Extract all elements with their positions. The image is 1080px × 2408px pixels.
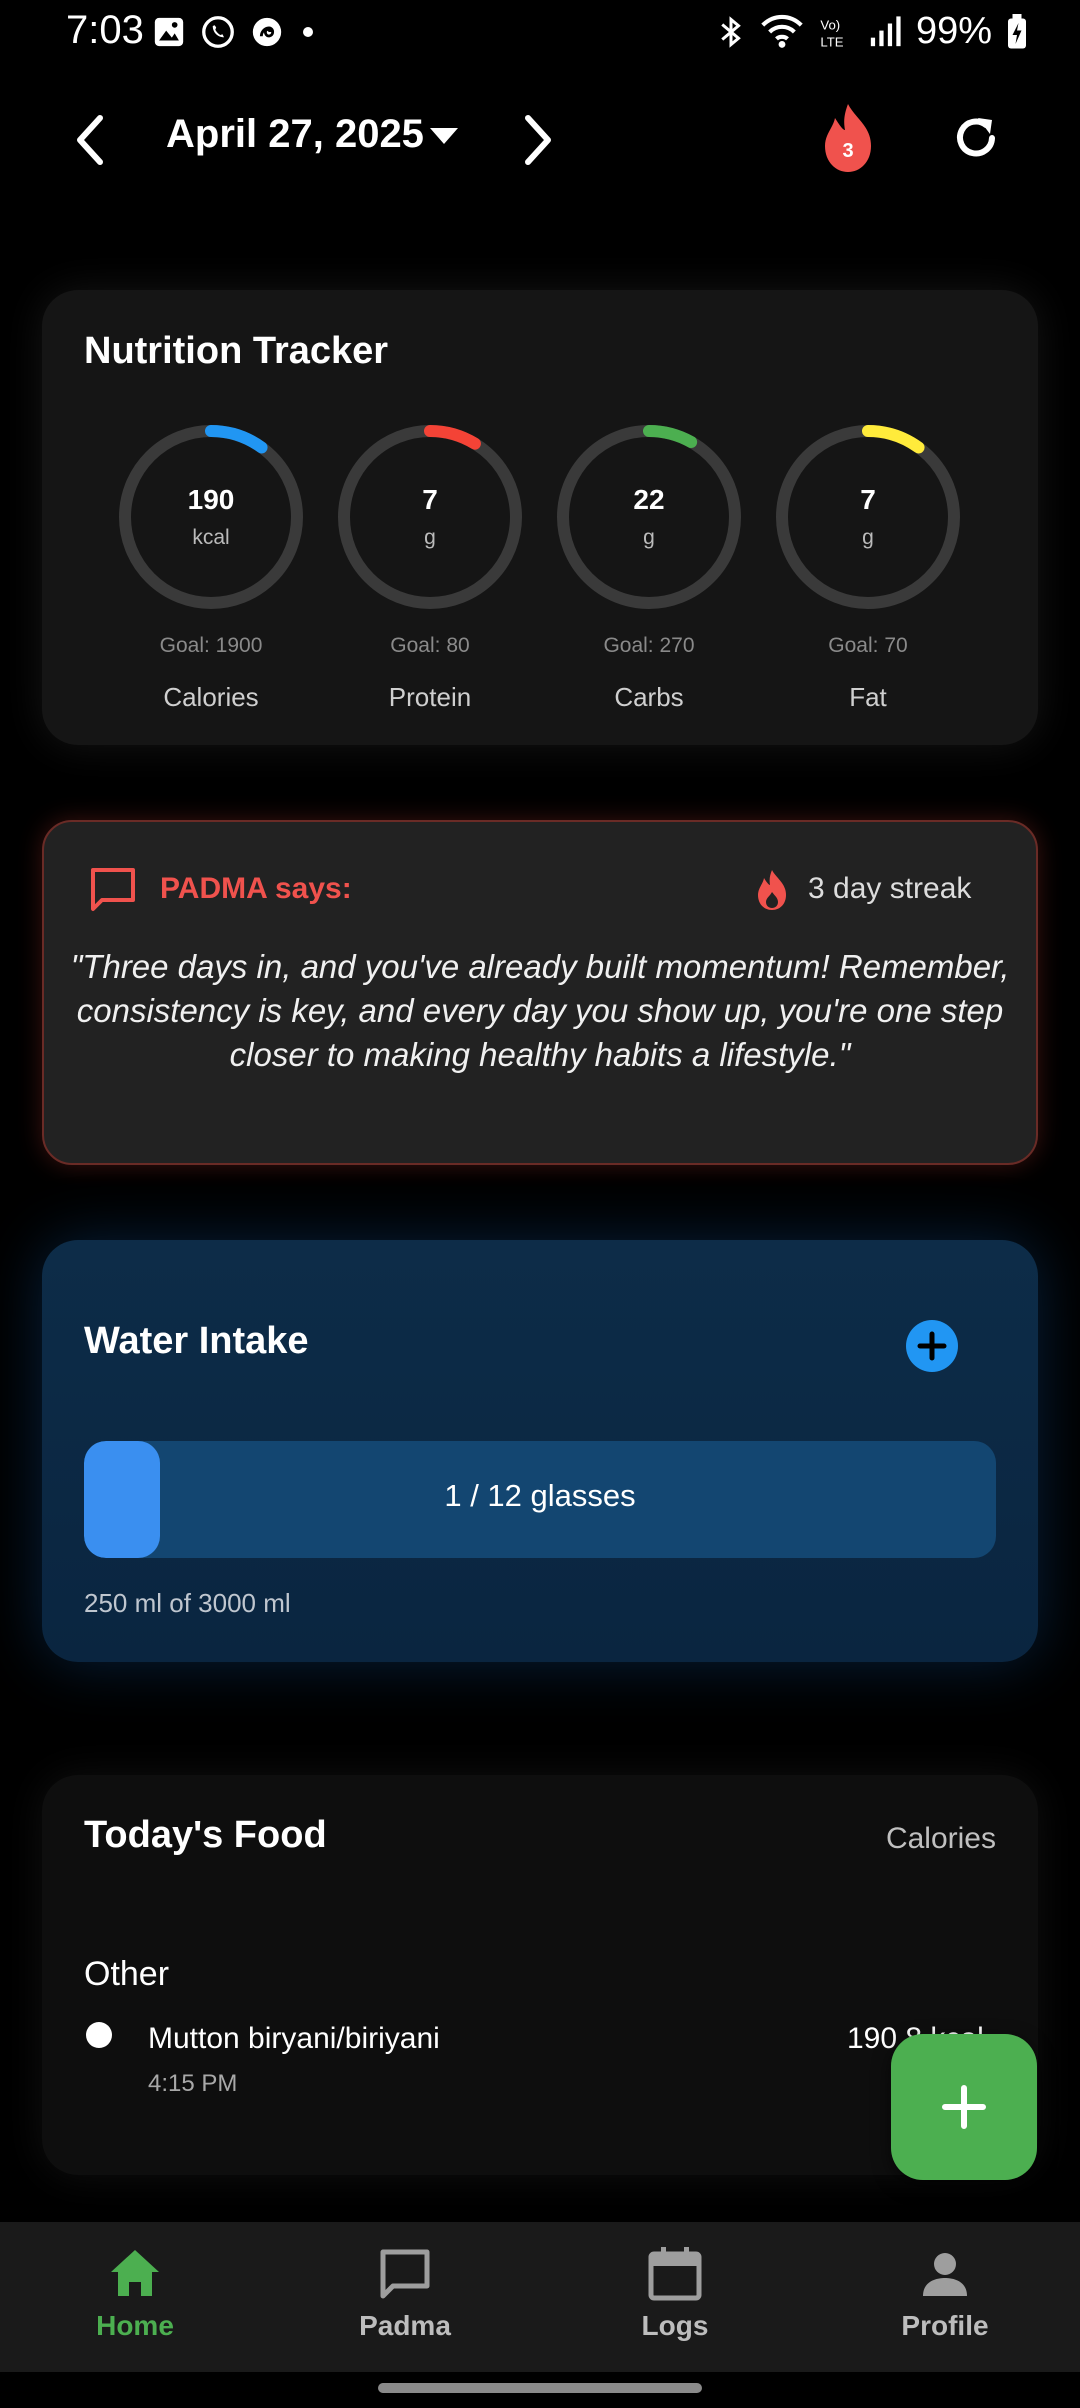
padma-title: PADMA says: (160, 872, 352, 905)
fat-ring: 7 g Goal: 70 Fat (775, 424, 961, 712)
streak-count-badge: 3 (842, 140, 854, 162)
carbs-value: 22 (633, 484, 665, 515)
calories-goal: Goal: 1900 (159, 634, 263, 657)
nav-item-padma[interactable]: Padma (270, 2222, 540, 2372)
volte-icon: Vo) LTE (820, 17, 843, 49)
nav-label-logs: Logs (641, 2310, 709, 2341)
carbs-label: Carbs (614, 682, 684, 712)
chat-bubble-icon (91, 868, 135, 911)
fat-label: Fat (849, 682, 887, 712)
calories-label: Calories (163, 682, 259, 712)
notification-dot-icon (303, 27, 313, 37)
carbs-progress-ring (557, 425, 741, 609)
home-icon (111, 2250, 159, 2296)
nav-label-padma: Padma (359, 2310, 451, 2341)
chat-bubble-icon (380, 2249, 430, 2299)
refresh-button[interactable] (950, 110, 1002, 166)
fat-goal: Goal: 70 (828, 634, 908, 657)
calories-value: 190 (187, 484, 235, 515)
chevron-down-icon[interactable] (430, 128, 458, 144)
plus-icon (942, 2085, 986, 2129)
nav-label-home: Home (96, 2310, 174, 2341)
plus-icon (917, 1331, 947, 1361)
fat-unit: g (862, 526, 874, 549)
whatsapp-icon (202, 16, 234, 48)
gallery-icon (154, 17, 184, 47)
add-food-button[interactable] (891, 2034, 1037, 2180)
svg-text:LTE: LTE (820, 34, 843, 49)
date-selector[interactable]: April 27, 2025 (166, 112, 424, 157)
padma-quote: "Three days in, and you've already built… (70, 948, 1010, 1073)
food-item-name[interactable]: Mutton biryani/biriyani (148, 2022, 440, 2056)
food-section-header: Other (84, 1955, 170, 1993)
water-volume-text: 250 ml of 3000 ml (84, 1588, 291, 1618)
next-day-button[interactable] (518, 112, 558, 168)
person-icon (923, 2253, 967, 2296)
water-glasses-count: 1 / 12 glasses (444, 1478, 636, 1513)
carbs-unit: g (643, 526, 655, 549)
bluetooth-icon (721, 15, 741, 48)
wifi-icon (761, 14, 803, 48)
food-bullet-icon (86, 2022, 112, 2048)
protein-progress-ring (338, 425, 522, 609)
nav-item-profile[interactable]: Profile (810, 2222, 1080, 2372)
calendar-icon (648, 2247, 702, 2301)
protein-value: 7 (422, 484, 438, 515)
calories-ring: 190 kcal Goal: 1900 Calories (118, 424, 304, 712)
flame-icon (758, 870, 786, 910)
nutrition-tracker-title: Nutrition Tracker (84, 330, 389, 372)
todays-food-title: Today's Food (84, 1814, 327, 1856)
battery-percent: 99% (915, 10, 992, 52)
protein-goal: Goal: 80 (390, 634, 470, 657)
carbs-ring: 22 g Goal: 270 Carbs (556, 424, 742, 712)
streak-label: 3 day streak (808, 872, 972, 905)
threads-icon (252, 17, 282, 47)
battery-charging-icon (1008, 13, 1026, 48)
protein-label: Protein (388, 682, 472, 712)
nav-item-logs[interactable]: Logs (540, 2222, 810, 2372)
protein-unit: g (424, 526, 436, 549)
water-intake-title: Water Intake (84, 1320, 309, 1362)
calories-progress-ring (119, 425, 303, 609)
status-time: 7:03 (66, 8, 144, 52)
flame-icon (825, 104, 871, 172)
add-water-button[interactable] (906, 1320, 958, 1372)
previous-day-button[interactable] (70, 112, 110, 168)
svg-text:Vo): Vo) (820, 17, 840, 32)
streak-button[interactable]: 3 (815, 100, 881, 176)
food-item-time: 4:15 PM (148, 2070, 238, 2097)
carbs-goal: Goal: 270 (603, 634, 695, 657)
calories-column-label: Calories (885, 1822, 996, 1855)
signal-icon (870, 15, 901, 46)
fat-progress-ring (776, 425, 960, 609)
calories-unit: kcal (192, 526, 230, 549)
nav-label-profile: Profile (901, 2310, 989, 2341)
protein-ring: 7 g Goal: 80 Protein (337, 424, 523, 712)
nav-item-home[interactable]: Home (0, 2222, 270, 2372)
fat-value: 7 (860, 484, 876, 515)
home-indicator[interactable] (378, 2383, 702, 2393)
